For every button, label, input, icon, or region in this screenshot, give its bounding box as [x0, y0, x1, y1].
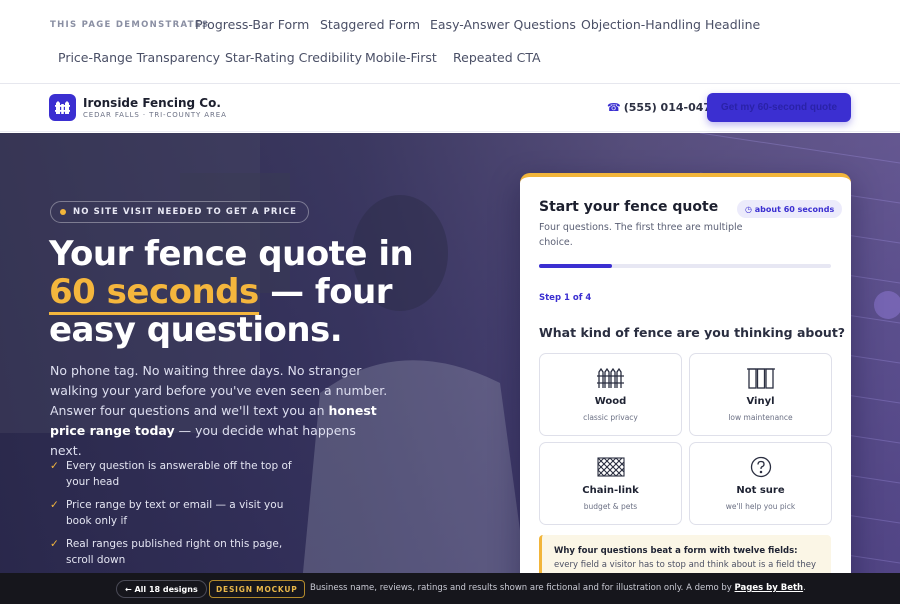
disclaimer-text: Business name, reviews, ratings and resu… — [310, 583, 806, 593]
option-not-sure[interactable]: Not sure we'll help you pick — [689, 442, 832, 525]
fence-logo-icon[interactable] — [49, 94, 76, 121]
form-progress-bar — [539, 264, 831, 268]
form-title: Start your fence quote — [539, 199, 719, 215]
wood-fence-icon — [540, 367, 681, 391]
hero-headline: Your fence quote in 60 seconds — four ea… — [49, 234, 414, 350]
option-note: we'll help you pick — [725, 502, 796, 511]
demo-nav-label: THIS PAGE DEMONSTRATES — [50, 20, 210, 30]
time-estimate-badge: ◷ about 60 seconds — [737, 200, 843, 218]
design-mockup-badge: DESIGN MOCKUP — [209, 580, 305, 598]
chain-link-icon — [540, 456, 681, 480]
form-progress-fill — [539, 264, 612, 268]
option-label: Chain-link — [582, 485, 639, 496]
hero-subtext: No phone tag. No waiting three days. No … — [50, 363, 388, 458]
form-question: What kind of fence are you thinking abou… — [539, 325, 846, 340]
option-label: Not sure — [736, 485, 785, 496]
demo-link-staggered-form[interactable]: Staggered Form — [320, 17, 420, 32]
question-icon — [690, 456, 831, 480]
vinyl-fence-icon — [690, 367, 831, 391]
form-description: Four questions. The first three are mult… — [539, 222, 743, 248]
demo-link-price-range-transparency[interactable]: Price-Range Transparency — [58, 50, 220, 65]
phone-number: (555) 014-0477 — [623, 101, 719, 114]
demo-link-mobile-first[interactable]: Mobile-First — [365, 50, 437, 65]
phone-icon: ☎ — [607, 101, 621, 114]
benefit-item: ✓ Price range by text or email — a visit … — [50, 499, 284, 527]
option-chain-link[interactable]: Chain-link budget & pets — [539, 442, 682, 525]
option-note: classic privacy — [583, 413, 638, 422]
all-designs-button[interactable]: ← All 18 designs — [116, 580, 207, 598]
header-quote-button[interactable]: Get my 60-second quote — [707, 93, 851, 122]
benefit-list: ✓ Every question is answerable off the to… — [50, 458, 310, 575]
quote-form-card: Start your fence quote ◷ about 60 second… — [520, 173, 851, 604]
brand-name[interactable]: Ironside Fencing Co. — [83, 96, 221, 110]
hero-section: NO SITE VISIT NEEDED TO GET A PRICE Your… — [0, 133, 900, 604]
option-label: Vinyl — [746, 396, 775, 407]
headline-highlight: 60 seconds — [49, 272, 259, 315]
badge-dot-icon — [60, 209, 66, 215]
demo-link-progress-bar-form[interactable]: Progress-Bar Form — [195, 17, 309, 32]
demo-link-star-rating-credibility[interactable]: Star-Rating Credibility — [225, 50, 362, 65]
option-note: low maintenance — [728, 413, 793, 422]
brand-tagline: CEDAR FALLS · TRI-COUNTY AREA — [83, 111, 227, 119]
no-site-visit-badge: NO SITE VISIT NEEDED TO GET A PRICE — [50, 201, 310, 223]
option-wood[interactable]: Wood classic privacy — [539, 353, 682, 436]
phone-link[interactable]: ☎ (555) 014-0477 — [607, 101, 719, 114]
demo-nav: THIS PAGE DEMONSTRATES Progress-Bar Form… — [0, 0, 900, 84]
check-icon: ✓ — [50, 538, 59, 550]
demo-link-objection-handling-headline[interactable]: Objection-Handling Headline — [581, 17, 760, 32]
check-icon: ✓ — [50, 499, 59, 511]
benefit-item: ✓ Real ranges published right on this pag… — [50, 538, 283, 566]
option-label: Wood — [594, 396, 627, 407]
option-vinyl[interactable]: Vinyl low maintenance — [689, 353, 832, 436]
option-note: budget & pets — [583, 502, 638, 511]
pages-by-beth-link[interactable]: Pages by Beth — [735, 583, 804, 593]
demo-link-repeated-cta[interactable]: Repeated CTA — [453, 50, 541, 65]
demo-footer-bar: ← All 18 designs DESIGN MOCKUP Business … — [0, 573, 900, 604]
benefit-item: ✓ Every question is answerable off the to… — [50, 460, 292, 488]
step-indicator: Step 1 of 4 — [539, 293, 592, 303]
check-icon: ✓ — [50, 460, 59, 472]
site-header: Ironside Fencing Co. CEDAR FALLS · TRI-C… — [0, 84, 900, 132]
demo-link-easy-answer-questions[interactable]: Easy-Answer Questions — [430, 17, 576, 32]
